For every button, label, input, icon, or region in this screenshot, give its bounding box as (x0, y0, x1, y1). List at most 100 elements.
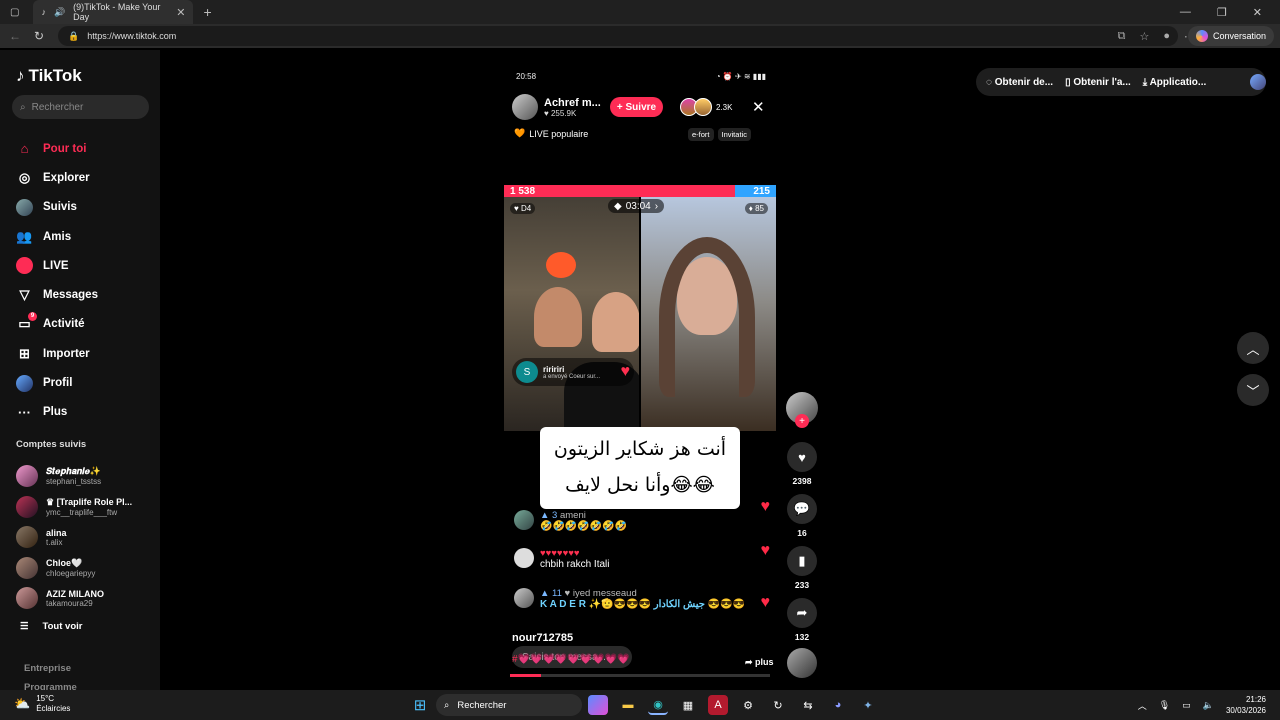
viewer-avatars[interactable]: 2.3K (680, 98, 732, 116)
following-name: ♛ [Traplife Role Pl... (46, 496, 133, 507)
minimize-icon[interactable]: — (1180, 6, 1191, 19)
live-video[interactable]: 20:58 ◔ ⏰ ✈ ≋ ▮▮▮ Achref m... ♥ 255.9K +… (504, 64, 776, 680)
follow-plus-icon[interactable]: + (795, 414, 809, 428)
edge-icon[interactable]: ◉ (648, 695, 668, 715)
host-avatar[interactable] (512, 94, 538, 120)
settings-icon[interactable]: ⚙ (738, 695, 758, 715)
heart-icon[interactable]: ♥ (787, 442, 817, 472)
sidebar-item-suivis[interactable]: Suivis (16, 193, 98, 222)
address-bar[interactable]: 🔒 https://www.tiktok.com (58, 26, 1178, 46)
extensions-icon[interactable]: ⧉ (1118, 30, 1126, 43)
maximize-icon[interactable]: ❐ (1217, 6, 1227, 19)
mic-icon[interactable]: 🎙 (1159, 700, 1170, 711)
steam-icon[interactable]: ✦ (858, 695, 878, 715)
close-live-icon[interactable]: ✕ (752, 98, 765, 116)
hashtag-row: #💗💗💗💗💗💗💗💗💗 (512, 654, 630, 665)
discord-icon[interactable]: ◕ (828, 695, 848, 715)
windows-taskbar: ⛅ 15°C Éclaircies ⊞ ⌕ Rechercher ▬ ◉ ▦ A ⚙… (0, 690, 1280, 720)
search-icon: ⌕ (20, 101, 26, 113)
conversation-button[interactable]: Conversation (1187, 26, 1274, 46)
tab-actions-icon[interactable]: ▢ (10, 7, 19, 18)
sidebar-item-pour-toi[interactable]: ⌂ Pour toi (16, 134, 98, 163)
profile-icon[interactable]: ● (1163, 30, 1170, 42)
refresh-icon[interactable]: ↻ (30, 29, 48, 43)
window-controls: — ❐ ✕ (1180, 6, 1262, 19)
sidebar-item-amis[interactable]: 👥 Amis (16, 222, 98, 251)
share-action[interactable]: ➦ 132 (786, 598, 818, 650)
get-app-button[interactable]: ▯ Obtenir l'a... (1065, 77, 1131, 88)
comment-icon[interactable]: 💬 (787, 494, 817, 524)
share-icon[interactable]: ➦ (787, 598, 817, 628)
browser-tab[interactable]: ♪ 🔊 (9)TikTok - Make Your Day ✕ (33, 0, 194, 24)
live-popular-badge[interactable]: 🧡 LIVE populaire (514, 128, 588, 139)
following-avatar-icon (16, 198, 33, 216)
sidebar-item-live[interactable]: LIVE (16, 251, 98, 280)
live-tags: e-fort Invitatic (688, 128, 751, 141)
avatar (16, 465, 38, 488)
see-all-label: Tout voir (42, 621, 83, 632)
streamer-face (592, 292, 639, 352)
favorites-icon[interactable]: ☆ (1139, 30, 1149, 43)
sidebar-item-activite[interactable]: ▭ 9 Activité (16, 310, 98, 339)
taskbar-search[interactable]: ⌕ Rechercher (436, 694, 582, 716)
live-popular-label: LIVE populaire (529, 128, 589, 139)
main-menu: ⌂ Pour toi ◎ Explorer Suivis 👥 Amis LIVE ▽ M… (16, 134, 98, 427)
user-avatar[interactable] (1250, 74, 1266, 90)
windows-start-icon[interactable]: ⊞ (410, 695, 430, 715)
copilot-app-icon[interactable] (588, 695, 608, 715)
audio-icon[interactable]: 🔊 (54, 7, 65, 18)
live-tag[interactable]: Invitatic (717, 128, 751, 141)
network-icon[interactable]: ▭ (1182, 700, 1191, 711)
clock[interactable]: 21:26 30/03/2026 (1226, 694, 1266, 716)
viewer-username: nour712785 (512, 632, 574, 644)
battle-frames (504, 197, 776, 431)
following-item[interactable]: ♛ [Traplife Role Pl... ymc__traplife___ft… (16, 492, 132, 523)
following-item[interactable]: Chloe🤍 chloegariepyy (16, 553, 132, 584)
following-item[interactable]: alina t.alix (16, 522, 132, 553)
close-tab-icon[interactable]: ✕ (176, 6, 185, 19)
sidebar-item-plus[interactable]: ··· Plus (16, 398, 98, 427)
sidebar-item-profil[interactable]: Profil (16, 368, 98, 397)
live-host[interactable]: Achref m... ♥ 255.9K (512, 94, 601, 120)
app-icon[interactable]: A (708, 695, 728, 715)
follow-button[interactable]: + Suivre (610, 97, 663, 117)
live-tag[interactable]: e-fort (688, 128, 714, 141)
download-app-button[interactable]: ⤓ Applicatio... (1143, 77, 1207, 88)
next-video-button[interactable]: ﹀ (1237, 374, 1269, 406)
sidebar-item-importer[interactable]: ⊞ Importer (16, 339, 98, 368)
like-action[interactable]: ♥ 2398 (786, 442, 818, 494)
gift-user: riririri (543, 364, 565, 374)
battle-timer[interactable]: ◆ 03:04 › (608, 199, 665, 213)
search-input[interactable]: ⌕ Rechercher (12, 95, 149, 119)
more-button[interactable]: ➦ plus (745, 657, 774, 668)
close-window-icon[interactable]: ✕ (1253, 6, 1262, 19)
chevron-up-icon: ︿ (1246, 341, 1260, 357)
following-item[interactable]: AZIZ MILANO takamoura29 (16, 583, 132, 614)
bookmark-action[interactable]: ▮ 233 (786, 546, 818, 598)
music-disc-avatar[interactable] (787, 648, 817, 678)
footer-link[interactable]: Entreprise (24, 663, 71, 674)
following-item[interactable]: 𝑺𝒕𝒆𝒑𝒉𝒂𝒏𝒊𝒆✨ stephani_tsstss (16, 461, 132, 492)
new-tab-icon[interactable]: + (203, 4, 211, 20)
see-all-link[interactable]: ☰ Tout voir (20, 621, 82, 632)
tiktok-logo[interactable]: ♪ TikTok (16, 66, 82, 86)
chevron-up-icon[interactable]: ︿ (1138, 699, 1147, 712)
following-section-title: Comptes suivis (16, 439, 87, 450)
tiktok-favicon-icon: ♪ (41, 7, 46, 17)
sidebar-item-messages[interactable]: ▽ Messages (16, 280, 98, 309)
app-icon[interactable]: ⇆ (798, 695, 818, 715)
volume-icon[interactable]: 🔈 (1203, 700, 1214, 711)
tiktok-note-icon: ♪ (16, 66, 25, 85)
store-icon[interactable]: ▦ (678, 695, 698, 715)
bookmark-icon[interactable]: ▮ (787, 546, 817, 576)
get-coins-button[interactable]: ◌ Obtenir de... (986, 77, 1053, 88)
gift-notification: S riririri a envoyé Coeur sur... ♥ (512, 358, 634, 386)
weather-widget[interactable]: ⛅ 15°C Éclaircies (14, 694, 70, 714)
comment-action[interactable]: 💬 16 (786, 494, 818, 546)
back-icon[interactable]: ← (6, 29, 24, 43)
list-icon: ☰ (20, 621, 29, 632)
sidebar-item-explorer[interactable]: ◎ Explorer (16, 163, 98, 192)
previous-video-button[interactable]: ︿ (1237, 332, 1269, 364)
file-explorer-icon[interactable]: ▬ (618, 695, 638, 715)
app-icon[interactable]: ↻ (768, 695, 788, 715)
